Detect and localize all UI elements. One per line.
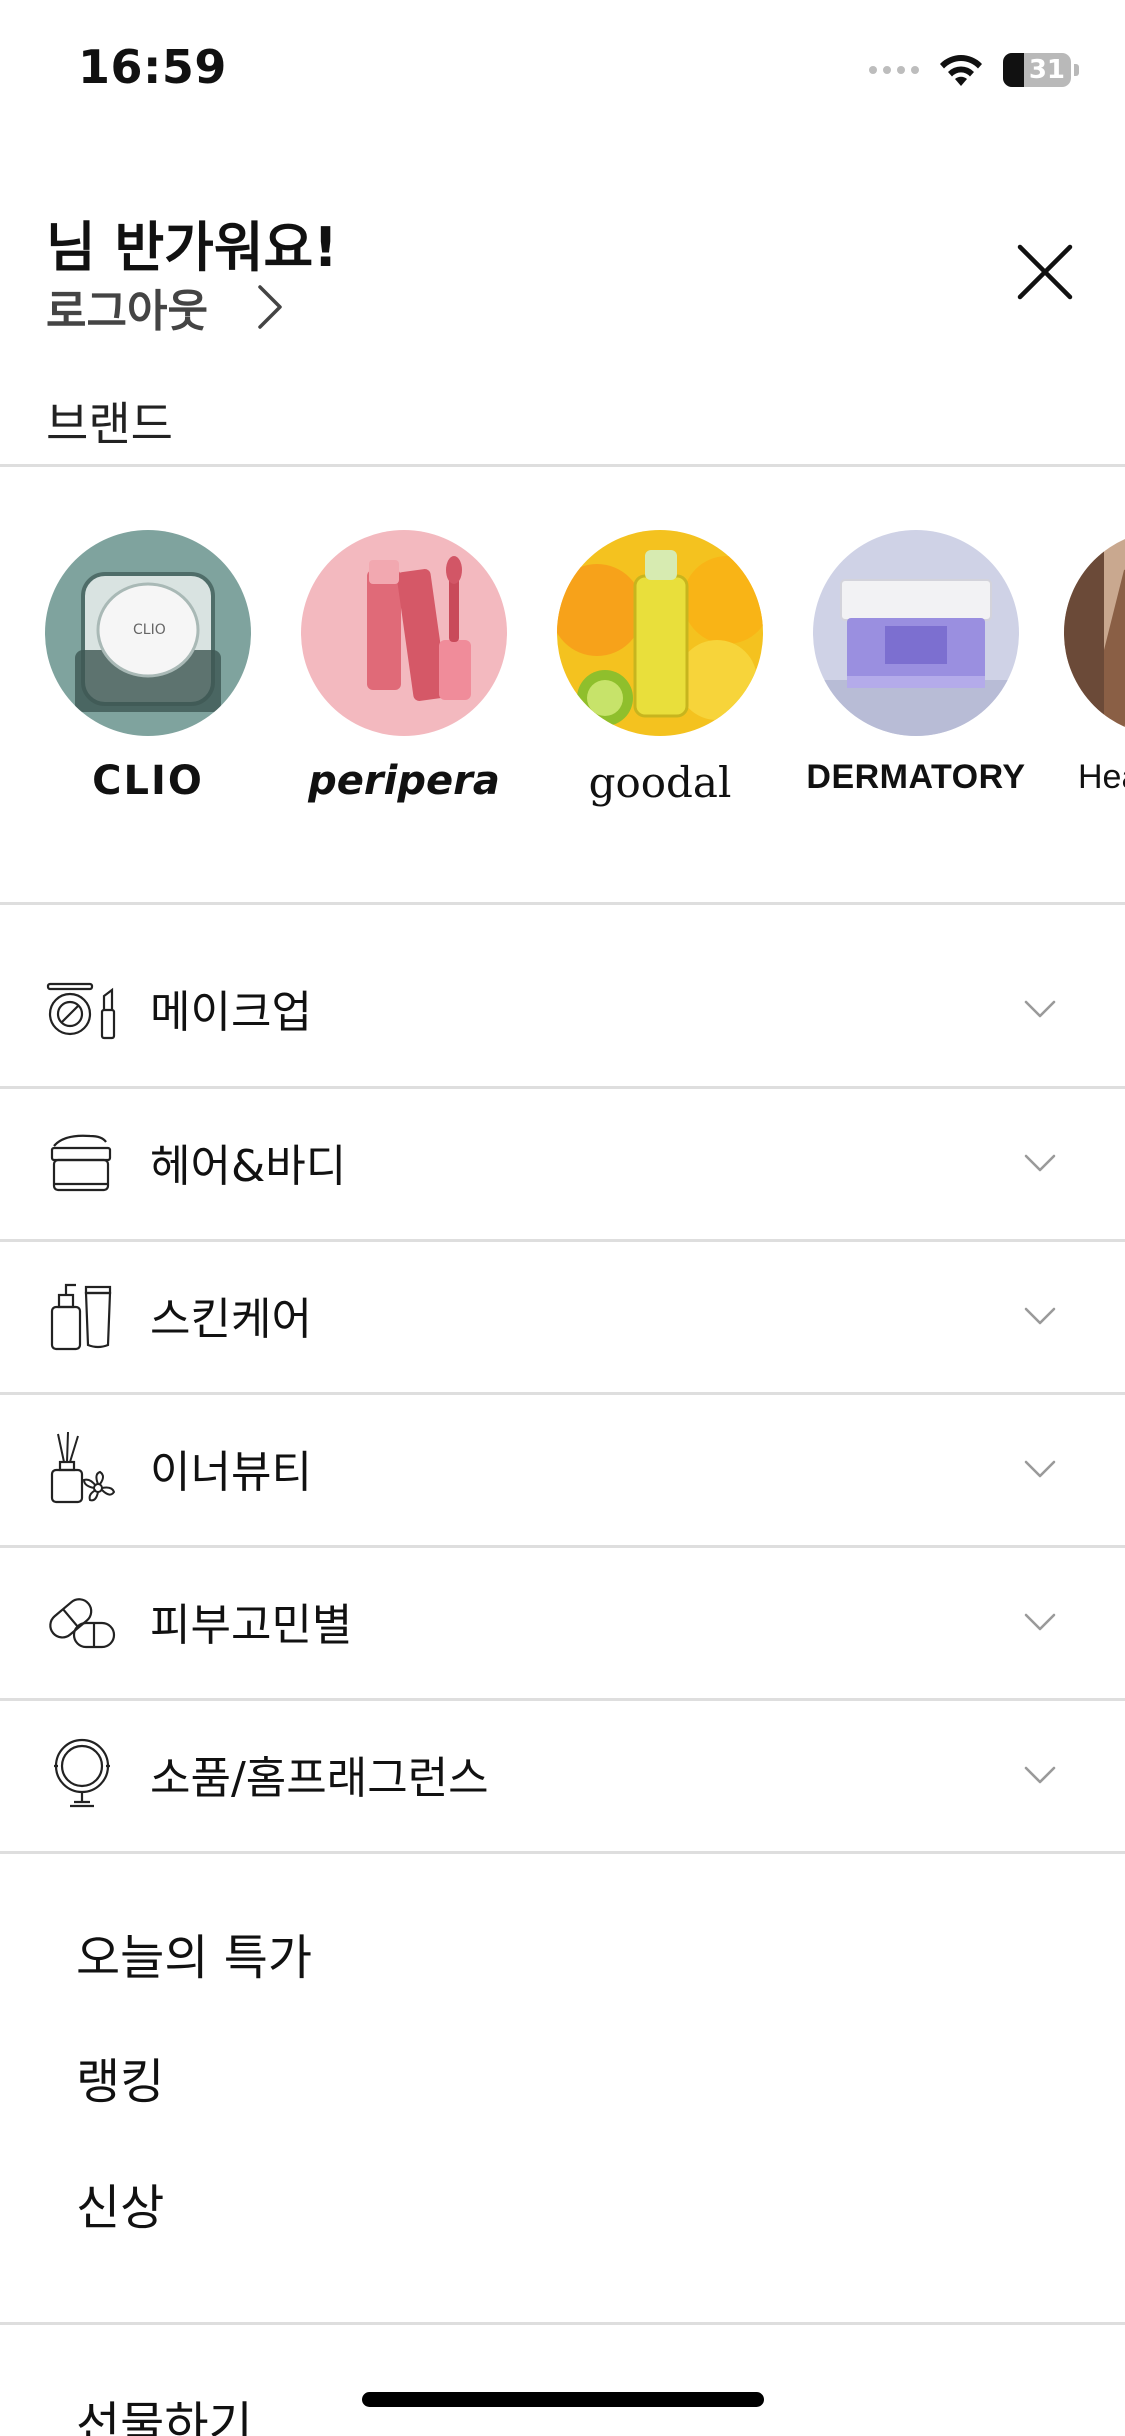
logout-label: 로그아웃 [46, 286, 208, 337]
chevron-down-icon [1024, 1460, 1056, 1478]
brand-item-peripera[interactable]: peripera [276, 530, 532, 804]
logout-button[interactable]: 로그아웃 [46, 275, 284, 339]
menu-link-gift[interactable]: 선물하기 [76, 2385, 253, 2436]
status-time: 16:59 [78, 40, 227, 94]
brand-name: Hea [1078, 758, 1125, 796]
chevron-down-icon [1024, 1613, 1056, 1631]
menu-link-ranking[interactable]: 랭킹 [76, 2042, 164, 2112]
category-label: 피부고민별 [150, 1600, 353, 1651]
category-label: 스킨케어 [150, 1294, 312, 1345]
category-label: 소품/홈프래그런스 [150, 1753, 489, 1804]
brand-image-dermatory [813, 530, 1019, 736]
divider [0, 464, 1125, 467]
divider [0, 1851, 1125, 1854]
pills-icon [49, 1598, 116, 1649]
menu-link-today-deals[interactable]: 오늘의 특가 [76, 1918, 312, 1988]
chevron-down-icon [1024, 1766, 1056, 1784]
battery-icon: 31 [1003, 53, 1079, 87]
brand-item-goodal[interactable]: goodal [532, 530, 788, 807]
brand-name: CLIO [92, 758, 204, 804]
close-button[interactable] [1005, 232, 1085, 312]
brand-name: goodal [588, 758, 732, 807]
side-menu-screen: 16:59 31 님 반가워요! 로그아웃 브랜드 CLIO CLIO peri… [0, 0, 1125, 2436]
divider [0, 2322, 1125, 2325]
makeup-icon [46, 982, 116, 1040]
mirror-icon [54, 1738, 110, 1808]
chevron-down-icon [1024, 1307, 1056, 1325]
chevron-down-icon [1024, 1154, 1056, 1172]
battery-level: 31 [1028, 55, 1065, 85]
brand-image-goodal [557, 530, 763, 736]
category-label: 헤어&바디 [150, 1141, 347, 1192]
svg-text:CLIO: CLIO [133, 622, 166, 638]
category-inner-beauty[interactable]: 이너뷰티 [0, 1392, 1125, 1544]
brand-item-clio[interactable]: CLIO CLIO [20, 530, 276, 804]
brand-item-dermatory[interactable]: DERMATORY [788, 530, 1044, 797]
close-icon [1017, 244, 1073, 300]
home-indicator [362, 2392, 764, 2407]
menu-link-new-arrivals[interactable]: 신상 [76, 2168, 164, 2238]
brand-image-peripera [301, 530, 507, 736]
brand-image-partial [1064, 530, 1125, 736]
chevron-right-icon [258, 285, 282, 329]
category-makeup[interactable]: 메이크업 [0, 932, 1125, 1084]
category-skin-concerns[interactable]: 피부고민별 [0, 1545, 1125, 1697]
category-skincare[interactable]: 스킨케어 [0, 1239, 1125, 1391]
wifi-icon [940, 55, 982, 86]
category-accessories-fragrance[interactable]: 소품/홈프래그런스 [0, 1698, 1125, 1850]
category-label: 메이크업 [150, 987, 312, 1038]
category-hair-body[interactable]: 헤어&바디 [0, 1086, 1125, 1238]
brand-carousel[interactable]: CLIO CLIO peripera goodal DERMATORY He [0, 530, 1125, 830]
chevron-down-icon [1024, 1000, 1056, 1018]
status-indicators: 31 [869, 48, 1079, 92]
skincare-bottles-icon [50, 1283, 112, 1351]
brands-section-title: 브랜드 [46, 397, 173, 451]
cream-jar-icon [50, 1134, 112, 1192]
divider [0, 902, 1125, 905]
cellular-signal-icon [869, 66, 919, 74]
greeting-title: 님 반가워요! [46, 216, 338, 279]
category-label: 이너뷰티 [150, 1447, 312, 1498]
brand-image-clio: CLIO [45, 530, 251, 736]
brand-name: DERMATORY [806, 758, 1026, 796]
diffuser-flower-icon [50, 1431, 116, 1504]
brand-item-partial[interactable]: Hea [1064, 530, 1125, 797]
brand-name: peripera [308, 758, 500, 804]
